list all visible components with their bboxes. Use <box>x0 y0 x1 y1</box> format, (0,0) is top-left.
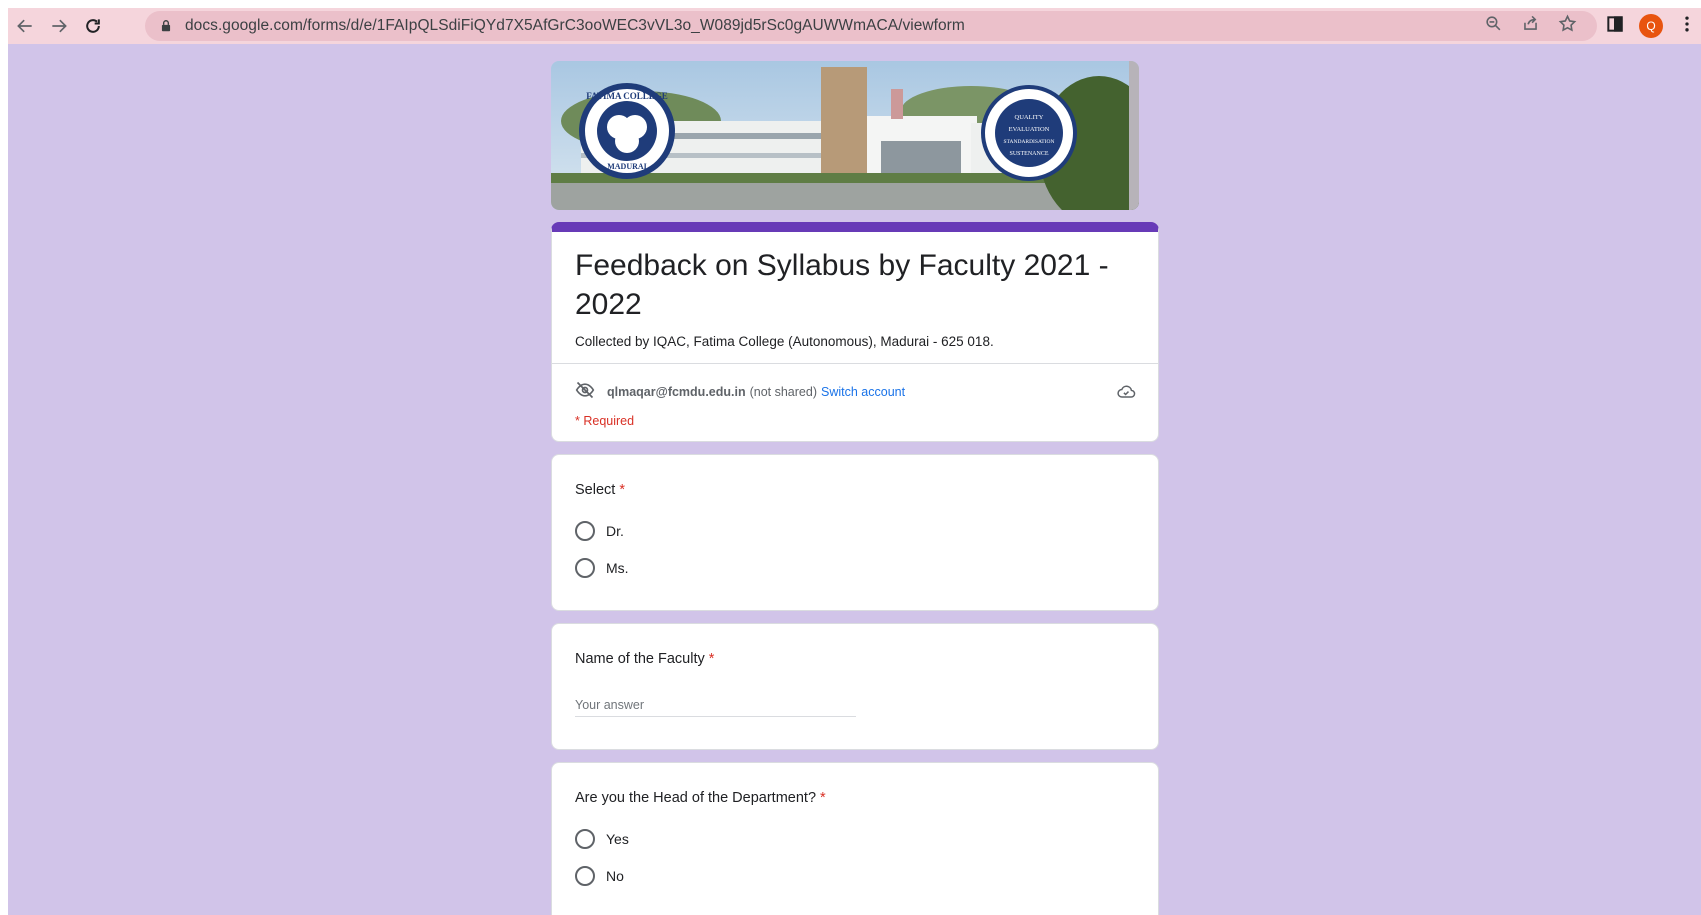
radio-option-no[interactable]: No <box>575 866 624 886</box>
lock-icon[interactable] <box>159 19 173 33</box>
iqac-seal-logo: QUALITY EVALUATION STANDARDISATION SUSTE… <box>981 85 1077 181</box>
radio-option-ms[interactable]: Ms. <box>575 558 629 578</box>
account-info: qlmaqar@fcmdu.edu.in (not shared) Switch… <box>575 380 905 403</box>
url-text[interactable]: docs.google.com/forms/d/e/1FAIpQLSdiFiQY… <box>185 17 965 35</box>
option-label: Yes <box>606 831 629 847</box>
question-text: Select <box>575 482 616 498</box>
side-panel-icon[interactable] <box>1605 14 1625 39</box>
radio-option-dr[interactable]: Dr. <box>575 521 624 541</box>
forward-icon[interactable] <box>42 8 76 44</box>
option-label: Ms. <box>606 560 629 576</box>
svg-text:EVALUATION: EVALUATION <box>1009 126 1050 133</box>
required-star: * <box>708 651 715 667</box>
college-seal-logo: FATIMA COLLEGE MADURAI <box>579 83 675 179</box>
faculty-name-input[interactable]: Your answer <box>575 698 856 717</box>
question-text: Name of the Faculty <box>575 651 705 667</box>
question-text: Are you the Head of the Department? <box>575 790 817 806</box>
radio-button[interactable] <box>575 521 595 541</box>
form-description: Collected by IQAC, Fatima College (Auton… <box>575 334 994 349</box>
form-header-image: FATIMA COLLEGE MADURAI QUALITY EVALUATIO… <box>551 61 1139 210</box>
required-note: * Required <box>575 414 635 428</box>
option-label: Dr. <box>606 523 624 539</box>
svg-text:SUSTENANCE: SUSTENANCE <box>1009 151 1048 157</box>
question-card-select: Select * Dr. Ms. <box>551 454 1159 611</box>
required-star: * <box>820 790 826 806</box>
required-star: * <box>619 482 625 498</box>
question-label: Select * <box>575 482 625 498</box>
not-shared-text: (not shared) <box>749 384 817 399</box>
radio-option-yes[interactable]: Yes <box>575 829 629 849</box>
menu-icon[interactable] <box>1677 14 1697 39</box>
form-title: Feedback on Syllabus by Faculty 2021 - 2… <box>575 249 1109 321</box>
radio-button[interactable] <box>575 829 595 849</box>
question-label: Are you the Head of the Department? * <box>575 790 826 806</box>
switch-account-link[interactable]: Switch account <box>821 385 905 399</box>
radio-button[interactable] <box>575 558 595 578</box>
reload-icon[interactable] <box>76 8 110 44</box>
divider <box>552 363 1158 364</box>
avatar[interactable]: Q <box>1639 14 1663 38</box>
zoom-icon[interactable] <box>1484 14 1503 38</box>
question-card-name: Name of the Faculty * Your answer <box>551 623 1159 750</box>
eye-off-icon <box>575 380 595 403</box>
form-title-card: Feedback on Syllabus by Faculty 2021 - 2… <box>551 222 1159 442</box>
star-icon[interactable] <box>1558 14 1577 38</box>
back-icon[interactable] <box>8 8 42 44</box>
svg-text:QUALITY: QUALITY <box>1015 114 1044 121</box>
share-icon[interactable] <box>1521 14 1540 38</box>
address-bar[interactable]: docs.google.com/forms/d/e/1FAIpQLSdiFiQY… <box>145 11 1597 41</box>
radio-button[interactable] <box>575 866 595 886</box>
cloud-save-icon <box>1116 382 1136 407</box>
svg-text:FATIMA COLLEGE: FATIMA COLLEGE <box>586 91 667 101</box>
question-card-hod: Are you the Head of the Department? * Ye… <box>551 762 1159 915</box>
option-label: No <box>606 868 624 884</box>
account-email: qlmaqar@fcmdu.edu.in <box>607 384 746 399</box>
svg-text:MADURAI: MADURAI <box>607 162 647 171</box>
college-building-illustration: FATIMA COLLEGE MADURAI QUALITY EVALUATIO… <box>551 61 1139 210</box>
svg-text:STANDARDISATION: STANDARDISATION <box>1004 139 1055 145</box>
question-label: Name of the Faculty * <box>575 651 714 667</box>
browser-toolbar: docs.google.com/forms/d/e/1FAIpQLSdiFiQY… <box>8 8 1701 44</box>
